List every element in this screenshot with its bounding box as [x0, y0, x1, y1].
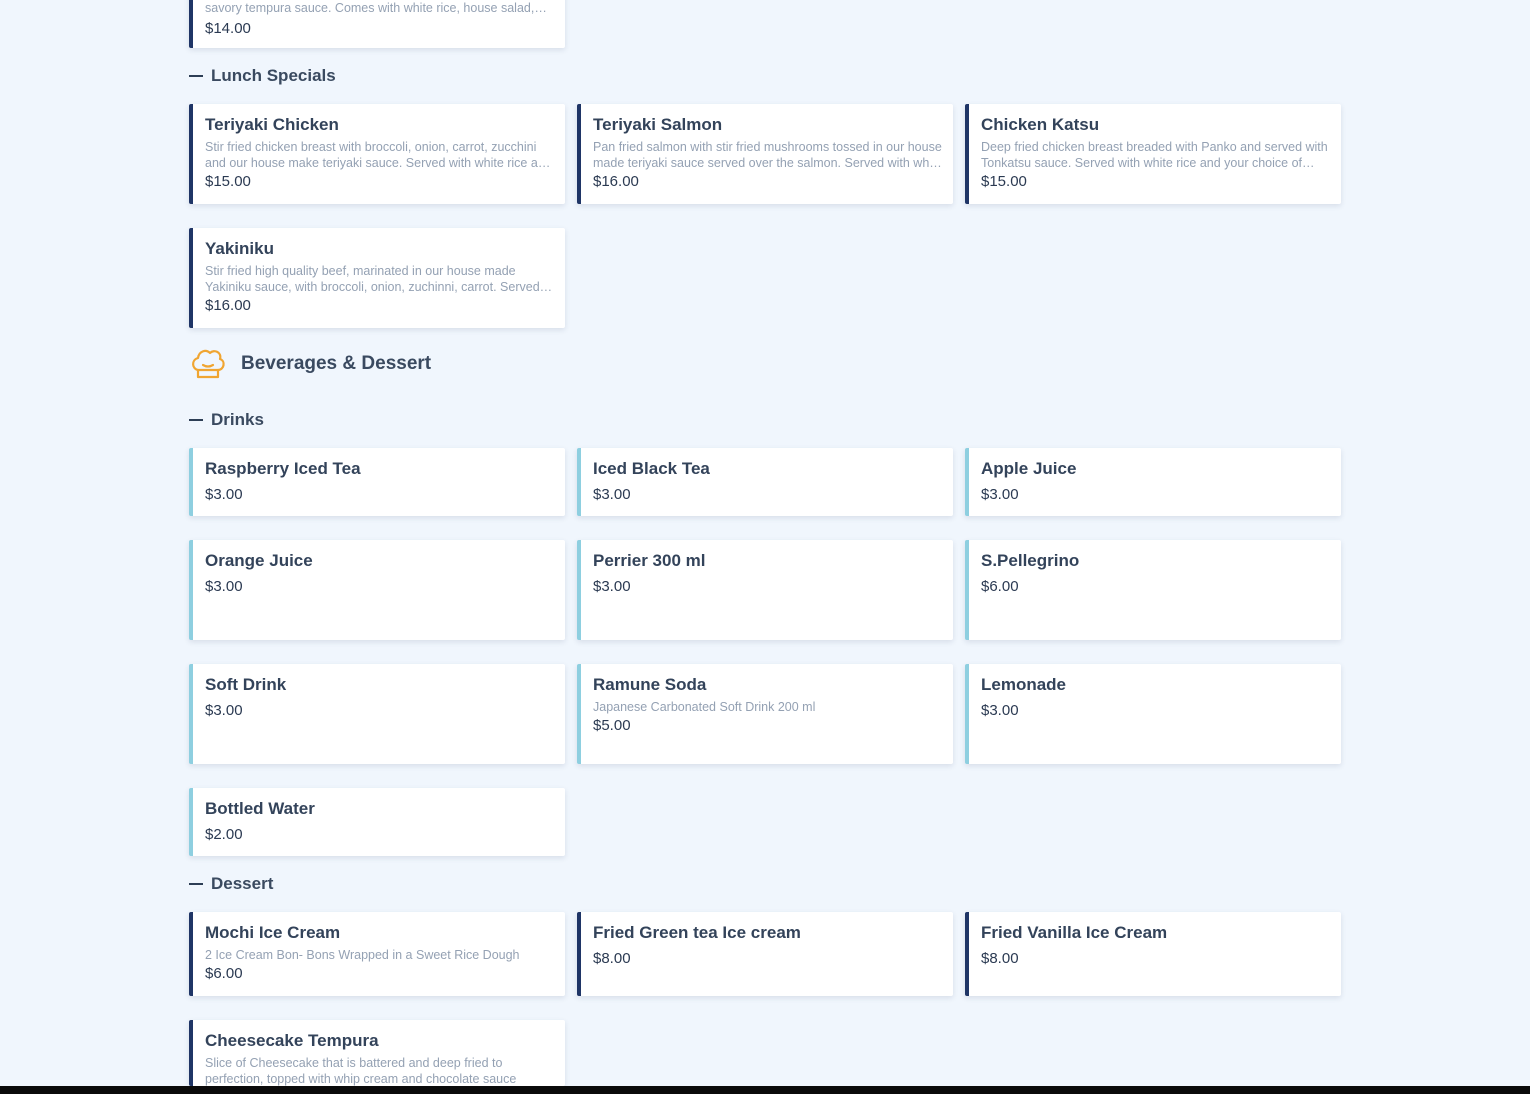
menu-item-price: $6.00 [205, 965, 243, 982]
menu-item-card[interactable]: Cheesecake Tempura Slice of Cheesecake t… [189, 1020, 565, 1086]
menu-item-card[interactable]: S.Pellegrino $6.00 [965, 540, 1341, 640]
section-beverages-dessert: Beverages & Dessert [189, 345, 431, 383]
subcategory-title: Lunch Specials [211, 66, 336, 85]
menu-item-price: $2.00 [205, 826, 243, 843]
menu-item-price: $3.00 [205, 486, 243, 503]
menu-item-card[interactable]: Mochi Ice Cream 2 Ice Cream Bon- Bons Wr… [189, 912, 565, 996]
menu-item-title: Fried Vanilla Ice Cream [981, 923, 1168, 942]
menu-item-price: $8.00 [981, 950, 1019, 967]
menu-item-description: Japanese Carbonated Soft Drink 200 ml [593, 700, 816, 714]
menu-item-card[interactable]: Ramune Soda Japanese Carbonated Soft Dri… [577, 664, 953, 764]
menu-item-price: $3.00 [593, 486, 631, 503]
menu-item-description: Stir fried high quality beef, marinated … [205, 264, 540, 294]
menu-item-title: Raspberry Iced Tea [205, 459, 361, 478]
menu-item-card[interactable]: Yakiniku Stir fried high quality beef, m… [189, 228, 565, 328]
menu-item-price: $8.00 [593, 950, 631, 967]
menu-item-price: $3.00 [205, 578, 243, 595]
collapse-dash-icon [189, 75, 203, 77]
menu-item-description: savory tempura sauce. Comes with white r… [205, 1, 535, 15]
menu-item-title: Chicken Katsu [981, 115, 1100, 134]
menu-item-price: $16.00 [593, 173, 639, 190]
menu-item-card[interactable]: Fried Vanilla Ice Cream $8.00 [965, 912, 1341, 996]
menu-item-price: $3.00 [981, 486, 1019, 503]
menu-item-title: Iced Black Tea [593, 459, 710, 478]
menu-item-card[interactable]: Orange Juice $3.00 [189, 540, 565, 640]
menu-item-title: Soft Drink [205, 675, 287, 694]
subcategory-drinks[interactable]: Drinks [189, 409, 264, 431]
menu-item-title: Mochi Ice Cream [205, 923, 341, 942]
menu-item-card[interactable]: Bottled Water $2.00 [189, 788, 565, 856]
menu-item-description: Slice of Cheesecake that is battered and… [205, 1056, 517, 1086]
menu-item-card[interactable]: savory tempura sauce. Comes with white r… [189, 0, 565, 48]
menu-item-price: $6.00 [981, 578, 1019, 595]
subcategory-lunch-specials[interactable]: Lunch Specials [189, 65, 336, 87]
menu-item-title: S.Pellegrino [981, 551, 1080, 570]
subcategory-title: Dessert [211, 874, 274, 893]
menu-item-title: Teriyaki Chicken [205, 115, 339, 134]
menu-item-title: Perrier 300 ml [593, 551, 706, 570]
menu-item-title: Orange Juice [205, 551, 313, 570]
menu-item-card[interactable]: Lemonade $3.00 [965, 664, 1341, 764]
menu-item-title: Bottled Water [205, 799, 315, 818]
menu-item-title: Cheesecake Tempura [205, 1031, 379, 1050]
subcategory-title: Drinks [211, 410, 264, 429]
menu-item-price: $15.00 [981, 173, 1027, 190]
chef-hat-icon [189, 345, 227, 383]
menu-item-title: Apple Juice [981, 459, 1077, 478]
menu-item-price: $5.00 [593, 717, 631, 734]
menu-item-title: Lemonade [981, 675, 1067, 694]
menu-item-card[interactable]: Teriyaki Chicken Stir fried chicken brea… [189, 104, 565, 204]
menu-item-card[interactable]: Perrier 300 ml $3.00 [577, 540, 953, 640]
menu-item-description: 2 Ice Cream Bon- Bons Wrapped in a Sweet… [205, 948, 520, 962]
menu-item-title: Fried Green tea Ice cream [593, 923, 801, 942]
collapse-dash-icon [189, 419, 203, 421]
menu-item-card[interactable]: Iced Black Tea $3.00 [577, 448, 953, 516]
menu-item-card[interactable]: Raspberry Iced Tea $3.00 [189, 448, 565, 516]
menu-item-description: Pan fried salmon with stir fried mushroo… [593, 140, 943, 170]
menu-item-price: $3.00 [981, 702, 1019, 719]
subcategory-dessert[interactable]: Dessert [189, 873, 273, 895]
menu-item-price: $14.00 [205, 20, 251, 37]
menu-item-title: Teriyaki Salmon [593, 115, 723, 134]
menu-item-price: $16.00 [205, 297, 251, 314]
menu-item-card[interactable]: Apple Juice $3.00 [965, 448, 1341, 516]
collapse-dash-icon [189, 883, 203, 885]
menu-item-card[interactable]: Chicken Katsu Deep fried chicken breast … [965, 104, 1341, 204]
menu-item-card[interactable]: Fried Green tea Ice cream $8.00 [577, 912, 953, 996]
menu-item-card[interactable]: Teriyaki Salmon Pan fried salmon with st… [577, 104, 953, 204]
section-title: Beverages & Dessert [241, 353, 432, 374]
menu-item-description: Deep fried chicken breast breaded with P… [981, 140, 1328, 170]
bottom-bar [0, 1086, 1530, 1094]
menu-item-description: Stir fried chicken breast with broccoli,… [205, 140, 552, 170]
menu-item-card[interactable]: Soft Drink $3.00 [189, 664, 565, 764]
menu-item-title: Ramune Soda [593, 675, 707, 694]
menu-item-price: $3.00 [205, 702, 243, 719]
menu-item-price: $3.00 [593, 578, 631, 595]
menu-item-title: Yakiniku [205, 239, 274, 258]
menu-item-price: $15.00 [205, 173, 251, 190]
